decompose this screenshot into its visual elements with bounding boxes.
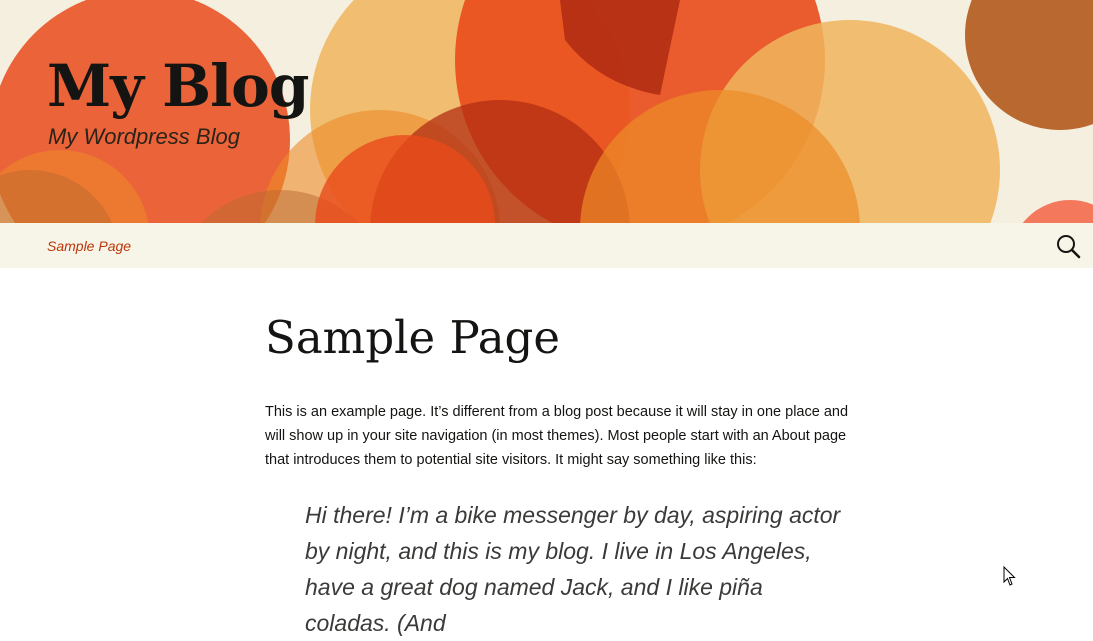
main-navigation: Sample Page — [0, 223, 1093, 268]
nav-item-sample-page[interactable]: Sample Page — [47, 236, 131, 256]
arrow-cursor-icon — [1003, 565, 1017, 587]
site-title[interactable]: My Blog — [47, 46, 309, 126]
search-icon[interactable] — [1053, 231, 1083, 261]
site-description: My Wordpress Blog — [48, 124, 240, 149]
page-blockquote: Hi there! I’m a bike messenger by day, a… — [305, 502, 841, 636]
page-title: Sample Page — [265, 311, 560, 364]
page-paragraph: This is an example page. It’s different … — [265, 404, 849, 468]
site-header: My Blog My Wordpress Blog — [0, 0, 1093, 223]
